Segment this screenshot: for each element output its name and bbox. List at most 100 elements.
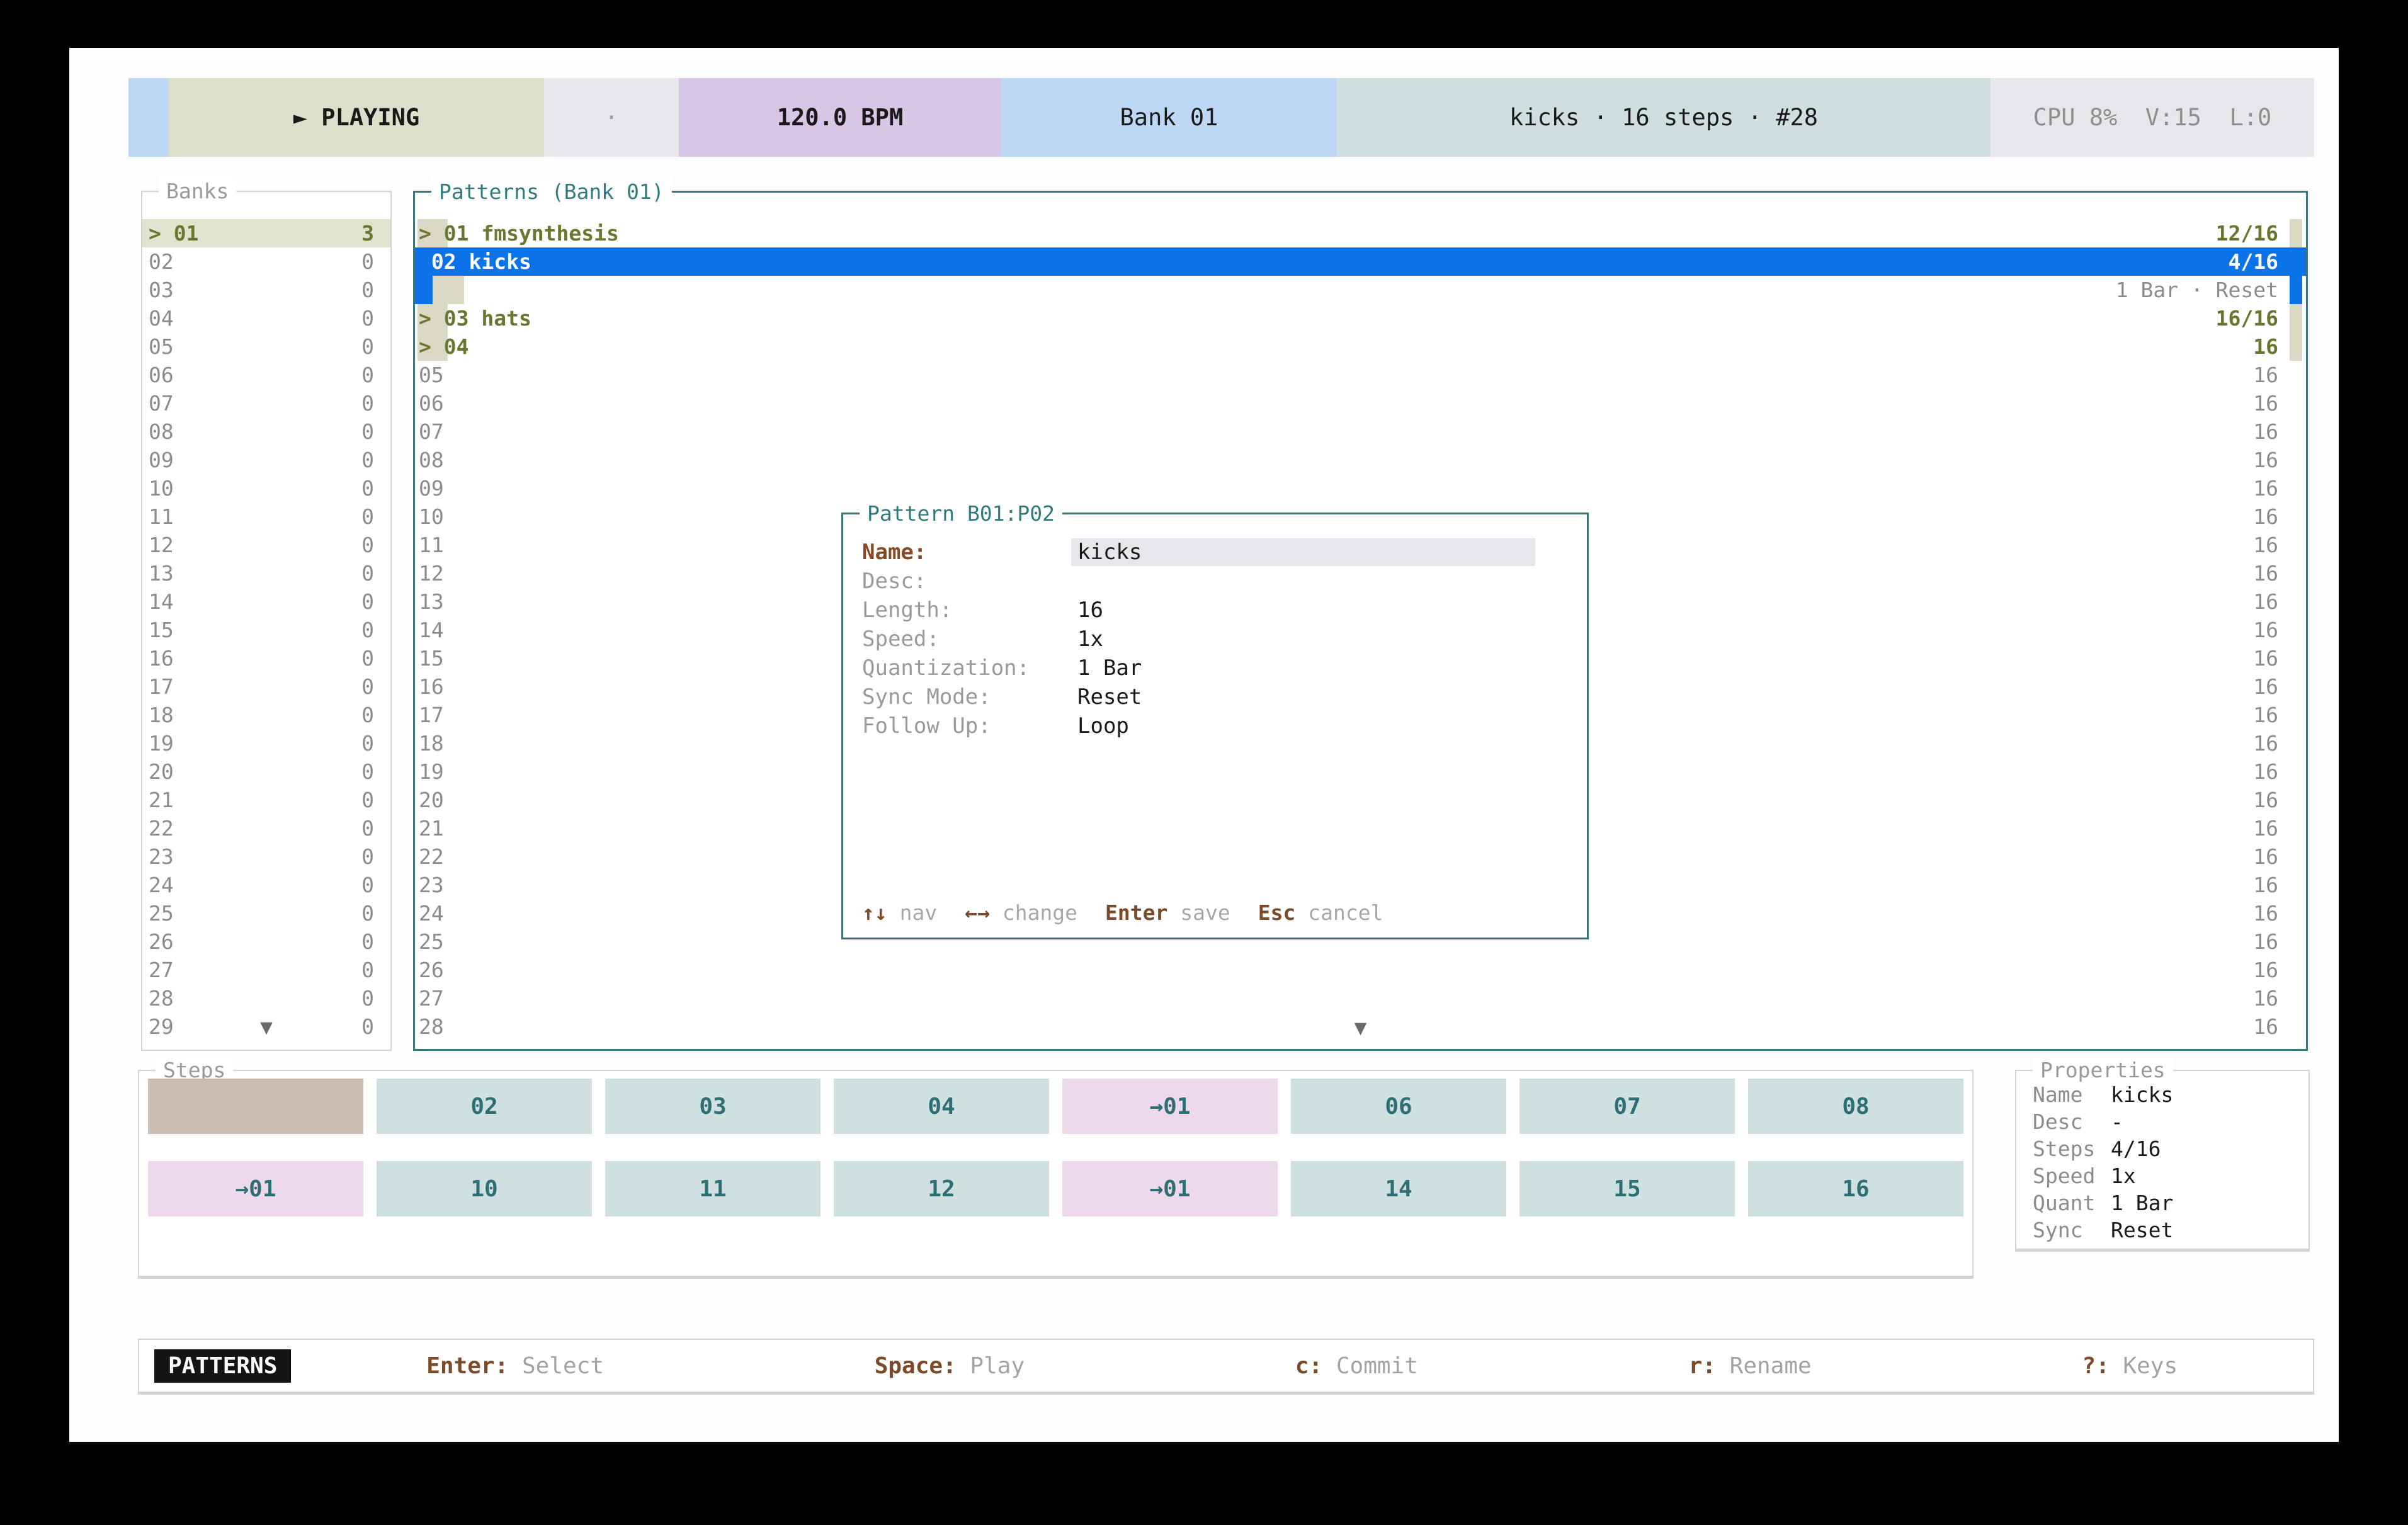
- bank-row[interactable]: 100: [142, 474, 390, 502]
- bank-row[interactable]: 030: [142, 276, 390, 304]
- step-cell[interactable]: 10: [377, 1161, 592, 1216]
- bank-id: 23: [149, 842, 174, 871]
- bank-row[interactable]: 140: [142, 587, 390, 616]
- bank-row[interactable]: 280: [142, 984, 390, 1012]
- bank-row[interactable]: 130: [142, 559, 390, 587]
- transport-status[interactable]: ► PLAYING: [169, 78, 544, 157]
- editor-field-value: 16: [1077, 596, 1103, 625]
- step-cell[interactable]: 14: [1291, 1161, 1506, 1216]
- bank-row[interactable]: 080: [142, 417, 390, 446]
- pattern-row[interactable]: > 01 fmsynthesis12/16: [415, 219, 2306, 247]
- step-cell[interactable]: 16: [1748, 1161, 1963, 1216]
- pattern-label: 10: [419, 502, 444, 531]
- bank-row[interactable]: 240: [142, 871, 390, 899]
- pattern-row[interactable]: 2616: [415, 956, 2306, 984]
- bank-row[interactable]: 160: [142, 644, 390, 672]
- pattern-row[interactable]: 0816: [415, 446, 2306, 474]
- step-cell[interactable]: 12: [834, 1161, 1049, 1216]
- bank-id: 11: [149, 502, 174, 531]
- bank-row[interactable]: 260: [142, 927, 390, 956]
- bank-row[interactable]: 040: [142, 304, 390, 332]
- pattern-steps-count: 16: [2253, 786, 2278, 814]
- patterns-more-indicator: ▼: [415, 1013, 2306, 1041]
- properties-list: NamekicksDesc-Steps4/16Speed1xQuant1 Bar…: [2016, 1071, 2309, 1244]
- editor-field-value: Loop: [1077, 711, 1129, 740]
- bank-row[interactable]: 120: [142, 531, 390, 559]
- pattern-label: 11: [419, 531, 444, 559]
- editor-field[interactable]: Quantization:1 Bar: [843, 654, 1587, 683]
- bank-row[interactable]: > 013: [142, 219, 390, 247]
- bank-row[interactable]: 170: [142, 672, 390, 701]
- pattern-steps-count: 16: [2253, 842, 2278, 871]
- bank-pattern-count: 0: [361, 531, 374, 559]
- bank-row[interactable]: 200: [142, 757, 390, 786]
- bank-id: 19: [149, 729, 174, 757]
- bank-id: 26: [149, 927, 174, 956]
- bank-row[interactable]: 050: [142, 332, 390, 361]
- step-cell[interactable]: 07: [1519, 1079, 1735, 1134]
- pattern-steps-count: 16/16: [2216, 304, 2278, 332]
- property-label: Quant: [2033, 1189, 2111, 1216]
- step-cell[interactable]: →01: [1062, 1161, 1278, 1216]
- property-label: Sync: [2033, 1216, 2111, 1244]
- bank-row[interactable]: 180: [142, 701, 390, 729]
- property-row: Steps4/16: [2016, 1135, 2309, 1162]
- step-cell[interactable]: 11: [605, 1161, 821, 1216]
- step-cell[interactable]: 15: [1519, 1161, 1735, 1216]
- bank-row[interactable]: 070: [142, 389, 390, 417]
- step-cell[interactable]: 04: [834, 1079, 1049, 1134]
- step-cell[interactable]: →01: [148, 1161, 363, 1216]
- property-label: Name: [2033, 1081, 2111, 1108]
- pattern-row[interactable]: 0616: [415, 389, 2306, 417]
- pattern-label: 13: [419, 587, 444, 616]
- bank-row[interactable]: 220: [142, 814, 390, 842]
- bank-pattern-count: 0: [361, 502, 374, 531]
- pattern-row[interactable]: 0516: [415, 361, 2306, 389]
- editor-field[interactable]: Length:16: [843, 596, 1587, 625]
- bank-pattern-count: 0: [361, 814, 374, 842]
- pattern-steps-count: 16: [2253, 587, 2278, 616]
- step-cell[interactable]: →01: [1062, 1079, 1278, 1134]
- bank-row[interactable]: 150: [142, 616, 390, 644]
- step-cell[interactable]: [148, 1079, 363, 1134]
- pattern-row[interactable]: > 03 hats16/16: [415, 304, 2306, 332]
- bank-id: 02: [149, 247, 174, 276]
- step-cell[interactable]: 02: [377, 1079, 592, 1134]
- key-hint-label: Keys: [2123, 1353, 2178, 1379]
- step-cell[interactable]: 06: [1291, 1079, 1506, 1134]
- bank-pattern-count: 0: [361, 956, 374, 984]
- bank-row[interactable]: 250: [142, 899, 390, 927]
- pattern-row[interactable]: > 0416: [415, 332, 2306, 361]
- editor-field[interactable]: Speed:1x: [843, 625, 1587, 654]
- bank-row[interactable]: 190: [142, 729, 390, 757]
- editor-field[interactable]: Sync Mode:Reset: [843, 683, 1587, 711]
- pattern-label: 12: [419, 559, 444, 587]
- editor-field[interactable]: Desc:: [843, 567, 1587, 596]
- editor-field[interactable]: Follow Up:Loop: [843, 711, 1587, 740]
- bpm-display[interactable]: 120.0 BPM: [679, 78, 1001, 157]
- keyboard-hints: Enter: SelectSpace: Playc: Commitr: Rena…: [291, 1353, 2313, 1379]
- editor-hint: Esc cancel: [1258, 900, 1383, 925]
- bank-row[interactable]: 090: [142, 446, 390, 474]
- bank-id: 14: [149, 587, 174, 616]
- step-cell[interactable]: 08: [1748, 1079, 1963, 1134]
- key-hint-key: Enter:: [426, 1353, 522, 1379]
- pattern-steps-count: 16: [2253, 446, 2278, 474]
- bank-row[interactable]: 020: [142, 247, 390, 276]
- pattern-row[interactable]: 0716: [415, 417, 2306, 446]
- bank-row[interactable]: 060: [142, 361, 390, 389]
- bank-id: 24: [149, 871, 174, 899]
- step-cell[interactable]: 03: [605, 1079, 821, 1134]
- editor-field[interactable]: Name:kicks: [843, 538, 1587, 567]
- bank-row[interactable]: 210: [142, 786, 390, 814]
- key-hint: Enter: Select: [426, 1353, 604, 1379]
- bank-row[interactable]: 270: [142, 956, 390, 984]
- bank-row[interactable]: 11 0: [142, 502, 390, 531]
- bank-display[interactable]: Bank 01: [1001, 78, 1337, 157]
- steps-grid: 020304→01060708→01101112→01141516: [148, 1079, 1963, 1216]
- pattern-row[interactable]: 0916: [415, 474, 2306, 502]
- bank-row[interactable]: 230: [142, 842, 390, 871]
- pattern-row[interactable]: 02 kicks4/16: [415, 247, 2306, 276]
- pattern-row[interactable]: 2716: [415, 984, 2306, 1012]
- property-row: Namekicks: [2016, 1081, 2309, 1108]
